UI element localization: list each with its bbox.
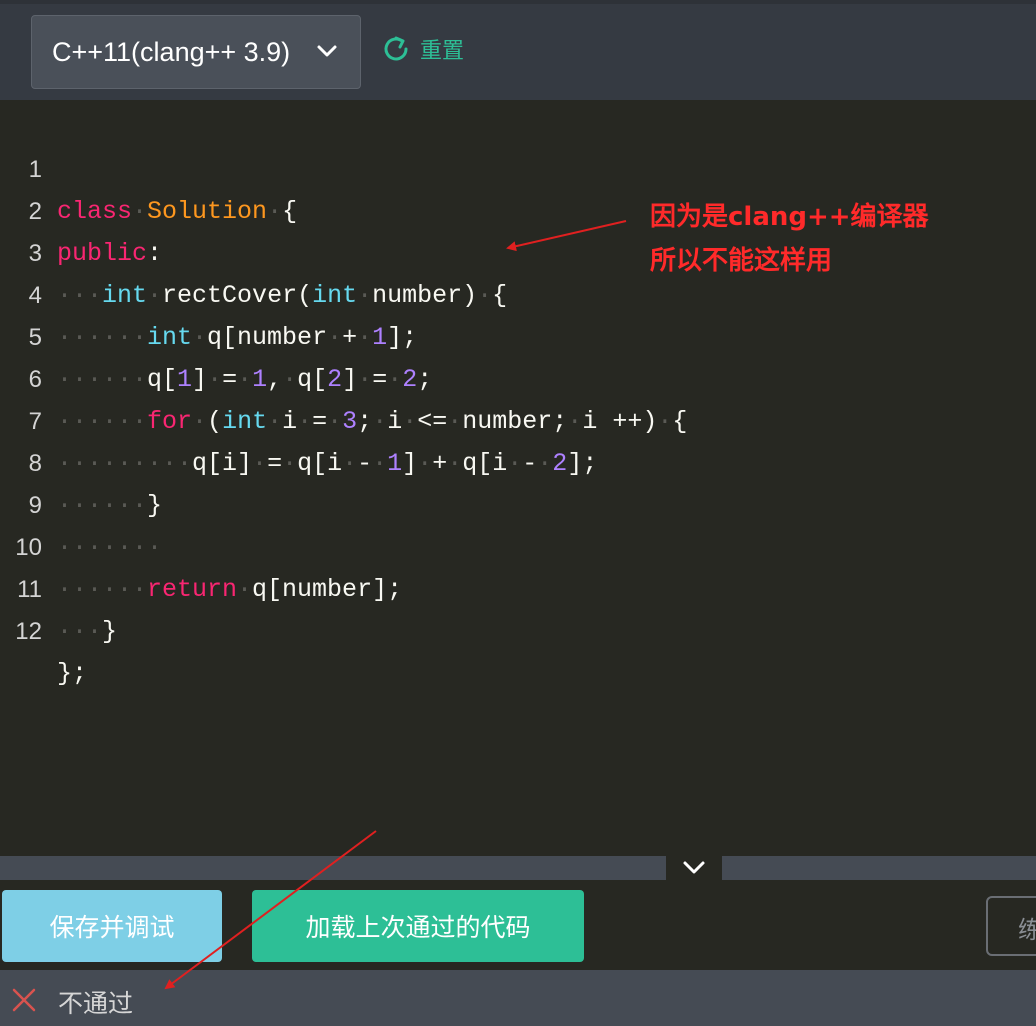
chevron-down-icon [683,861,705,874]
panel-splitter[interactable] [0,856,1036,880]
code-line-9: 9 ······· [0,443,1036,562]
refresh-icon [384,36,408,61]
action-bar: 保存并调试 加载上次通过的代码 练 [0,880,1036,970]
editor-toolbar: C++11(clang++ 3.9) 重置 [0,0,1036,100]
code-line-1: 1 class·Solution·{ [0,107,1036,226]
token-punct: }; [57,659,88,688]
partial-button-label: 练 [1018,910,1036,945]
collapse-toggle[interactable] [666,856,722,880]
code-line-10: 10 ······return·q[number]; [0,485,1036,604]
close-icon [12,988,36,1012]
partial-button[interactable]: 练 [986,896,1036,956]
code-editor[interactable]: 1 class·Solution·{ 2 public: 3 ···int·re… [0,100,1036,856]
save-and-debug-button[interactable]: 保存并调试 [2,890,222,962]
code-line-4: 4 ······int·q[number·+·1]; [0,233,1036,352]
language-select[interactable]: C++11(clang++ 3.9) [31,15,361,89]
code-line-8: 8 ······} [0,401,1036,520]
annotation-line-1: 因为是clang++编译器 [650,202,929,232]
reset-label: 重置 [420,39,465,64]
code-line-7: 7 ·········q[i]·=·q[i·-·1]·+·q[i·-·2]; [0,359,1036,478]
code-line-11: 11 ···} [0,527,1036,646]
language-selected-value: C++11(clang++ 3.9) [52,36,291,67]
toolbar-top-border [0,0,1036,4]
load-last-passed-button[interactable]: 加载上次通过的代码 [252,890,584,962]
result-status-text: 不通过 [58,989,134,1018]
line-number: 12 [15,618,42,645]
chevron-down-icon [317,45,337,57]
reset-button[interactable]: 重置 [380,32,464,66]
annotation-line-2: 所以不能这样用 [650,246,833,276]
code-line-6: 6 ······for·(int·i·=·3;·i·<=·number;·i +… [0,317,1036,436]
code-line-2: 2 public: [0,149,1036,268]
result-status-bar: 不通过 [0,970,1036,1026]
token-punct: } [102,617,118,646]
code-line-12: 12 }; [0,569,1036,688]
code-line-5: 5 ······q[1]·=·1,·q[2]·=·2; [0,275,1036,394]
